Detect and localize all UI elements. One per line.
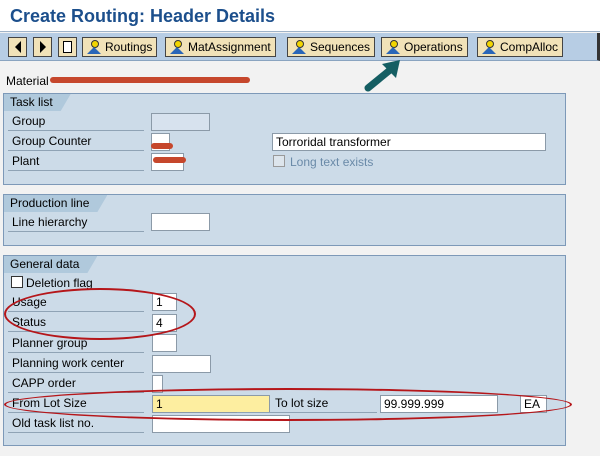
routings-label: Routings (105, 40, 153, 54)
long-text-checkbox (273, 155, 285, 167)
group-label: Group (8, 112, 144, 131)
planner-group-field[interactable] (152, 334, 177, 352)
planning-work-center-label: Planning work center (8, 354, 144, 373)
group-counter-redaction (151, 143, 173, 149)
person-icon (386, 40, 400, 54)
person-icon (87, 40, 101, 54)
line-hierarchy-label: Line hierarchy (8, 213, 144, 232)
production-line-title: Production line (4, 195, 107, 212)
matassignment-label: MatAssignment (188, 40, 271, 54)
description-field[interactable]: Torroridal transformer (272, 133, 546, 151)
material-label: Material (6, 74, 49, 88)
highlight-oval-lot-size (4, 388, 572, 421)
sequences-button[interactable]: Sequences (287, 37, 376, 57)
sequences-label: Sequences (310, 40, 371, 54)
triangle-left-icon (14, 41, 21, 53)
pencil-icon (63, 41, 72, 53)
task-list-title: Task list (4, 94, 71, 111)
page-title: Create Routing: Header Details (10, 6, 276, 26)
person-icon (292, 40, 306, 54)
compalloc-label: CompAlloc (500, 40, 559, 54)
deletion-flag-checkbox[interactable] (11, 276, 23, 288)
back-button[interactable] (8, 37, 27, 57)
long-text-label: Long text exists (290, 155, 374, 169)
person-icon (170, 40, 184, 54)
highlight-oval-usage-status (4, 288, 196, 340)
plant-redaction (153, 157, 186, 163)
general-data-title: General data (4, 256, 97, 273)
triangle-right-icon (39, 41, 46, 53)
arrow-annotation-icon (364, 60, 400, 92)
person-icon (482, 40, 496, 54)
material-redaction (50, 77, 250, 83)
compalloc-button[interactable]: CompAlloc (477, 37, 564, 57)
routings-button[interactable]: Routings (82, 37, 158, 57)
edit-button[interactable] (58, 37, 77, 57)
matassignment-button[interactable]: MatAssignment (165, 37, 276, 57)
operations-button[interactable]: Operations (381, 37, 468, 57)
line-hierarchy-field[interactable] (151, 213, 210, 231)
forward-button[interactable] (33, 37, 52, 57)
operations-label: Operations (404, 40, 463, 54)
plant-label: Plant (8, 152, 144, 171)
toolbar: Routings MatAssignment Sequences Operati… (0, 33, 600, 61)
group-field[interactable] (151, 113, 210, 131)
group-counter-label: Group Counter (8, 132, 144, 151)
planning-work-center-field[interactable] (152, 355, 211, 373)
